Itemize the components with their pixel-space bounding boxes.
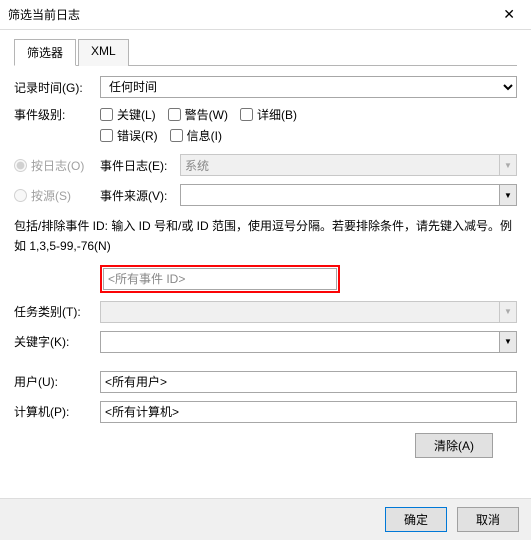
window-title: 筛选当前日志 [8,6,80,23]
chk-verbose-label: 详细(B) [257,106,297,123]
label-eventsources: 事件来源(V): [100,187,180,204]
chk-error-label: 错误(R) [117,127,158,144]
label-task: 任务类别(T): [14,303,100,320]
label-user: 用户(U): [14,373,100,390]
computer-input[interactable] [100,401,517,423]
help-text: 包括/排除事件 ID: 输入 ID 号和/或 ID 范围，使用逗号分隔。若要排除… [14,216,517,257]
keywords-input[interactable] [100,331,499,353]
chk-critical[interactable] [100,108,113,121]
eventsources-combo[interactable]: ▼ [180,184,517,206]
ok-button[interactable]: 确定 [385,507,447,532]
row-eventid [14,265,517,293]
chk-info[interactable] [170,129,183,142]
row-level-1: 事件级别: 关键(L) 警告(W) 详细(B) [14,106,517,123]
tab-xml[interactable]: XML [78,39,129,66]
tab-filter[interactable]: 筛选器 [14,39,76,66]
radio-bysource [14,189,27,202]
row-logged: 记录时间(G): 任何时间 [14,76,517,98]
user-input[interactable] [100,371,517,393]
chk-warning[interactable] [168,108,181,121]
eventlogs-input [180,154,499,176]
logged-select[interactable]: 任何时间 [100,76,517,98]
chevron-down-icon: ▼ [499,154,517,176]
chevron-down-icon[interactable]: ▼ [499,184,517,206]
chk-error[interactable] [100,129,113,142]
eventsources-input[interactable] [180,184,499,206]
row-user: 用户(U): [14,371,517,393]
label-keywords: 关键字(K): [14,333,100,350]
radio-bylog [14,159,27,172]
row-bysource: 按源(S) 事件来源(V): ▼ [14,184,517,206]
row-level-2: 错误(R) 信息(I) [14,127,517,144]
cancel-button[interactable]: 取消 [457,507,519,532]
titlebar: 筛选当前日志 ✕ [0,0,531,30]
row-task: 任务类别(T): ▼ [14,301,517,323]
footer: 确定 取消 [0,498,531,540]
label-level: 事件级别: [14,106,100,123]
keywords-combo[interactable]: ▼ [100,331,517,353]
radio-bysource-label: 按源(S) [31,187,71,204]
label-logged: 记录时间(G): [14,79,100,96]
eventid-input[interactable] [103,268,337,290]
chevron-down-icon[interactable]: ▼ [499,331,517,353]
row-bylog: 按日志(O) 事件日志(E): ▼ [14,154,517,176]
row-keywords: 关键字(K): ▼ [14,331,517,353]
task-combo: ▼ [100,301,517,323]
chevron-down-icon: ▼ [499,301,517,323]
dialog-body: 筛选器 XML 记录时间(G): 任何时间 事件级别: 关键(L) 警告(W) … [0,30,531,466]
label-eventlogs: 事件日志(E): [100,157,180,174]
radio-bylog-label: 按日志(O) [31,157,84,174]
chk-critical-label: 关键(L) [117,106,156,123]
eventid-highlight [100,265,340,293]
chk-warning-label: 警告(W) [185,106,228,123]
close-icon[interactable]: ✕ [495,6,523,23]
chk-info-label: 信息(I) [187,127,222,144]
label-computer: 计算机(P): [14,403,100,420]
row-computer: 计算机(P): [14,401,517,423]
eventlogs-combo: ▼ [180,154,517,176]
clear-button[interactable]: 清除(A) [415,433,493,458]
chk-verbose[interactable] [240,108,253,121]
task-input [100,301,499,323]
tab-strip: 筛选器 XML [14,38,517,66]
